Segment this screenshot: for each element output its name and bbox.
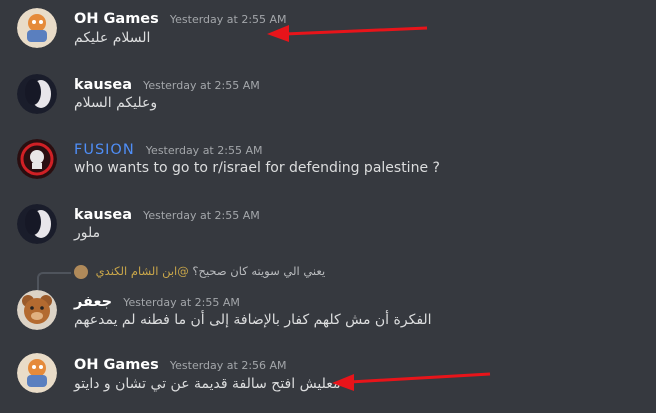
reply-mention[interactable]: @ابن الشام الكندي (96, 264, 189, 278)
reply-text: يعني الي سويته كان صحيح؟ (192, 264, 326, 278)
reply-reference[interactable]: @ابن الشام الكندي يعني الي سويته كان صحي… (74, 264, 325, 279)
author-name[interactable]: kausea (74, 207, 132, 223)
avatar[interactable] (17, 204, 57, 244)
oh-games-avatar-icon (17, 8, 57, 48)
timestamp: Yesterday at 2:55 AM (123, 296, 240, 309)
teddy-bear-avatar-icon (17, 290, 57, 330)
author-name[interactable]: OH Games (74, 11, 159, 27)
reply-avatar-icon (74, 264, 88, 279)
avatar[interactable] (17, 8, 57, 48)
reply-connector (37, 272, 71, 290)
timestamp: Yesterday at 2:55 AM (143, 79, 260, 92)
avatar[interactable] (17, 139, 57, 179)
red-arrow-icon (332, 372, 491, 391)
kausea-avatar-icon (17, 74, 57, 114)
author-name[interactable]: OH Games (74, 357, 159, 373)
message-text: السلام عليكم (74, 30, 151, 46)
timestamp: Yesterday at 2:55 AM (145, 144, 263, 157)
message-text: who wants to go to r/israel for defendin… (74, 160, 440, 176)
kausea-avatar-icon (17, 204, 57, 244)
fusion-avatar-icon (17, 139, 57, 179)
avatar[interactable] (17, 74, 57, 114)
message-text: الفكرة أن مش كلهم كفار بالإضافة إلى أن م… (74, 312, 432, 328)
avatar[interactable] (17, 353, 57, 393)
message-text: معليش افتح سالفة قديمة عن تي تشان و دايت… (74, 376, 341, 392)
author-name[interactable]: kausea (74, 77, 132, 93)
author-name[interactable]: جعفر (74, 294, 112, 310)
oh-games-avatar-icon (17, 353, 57, 393)
message-text: ملور (74, 225, 101, 241)
timestamp: Yesterday at 2:56 AM (169, 359, 287, 372)
message-text: وعليكم السلام (74, 95, 158, 111)
avatar[interactable] (17, 290, 57, 330)
timestamp: Yesterday at 2:55 AM (143, 209, 260, 222)
red-arrow-icon (267, 25, 428, 42)
author-name[interactable]: FUSION (74, 142, 135, 158)
